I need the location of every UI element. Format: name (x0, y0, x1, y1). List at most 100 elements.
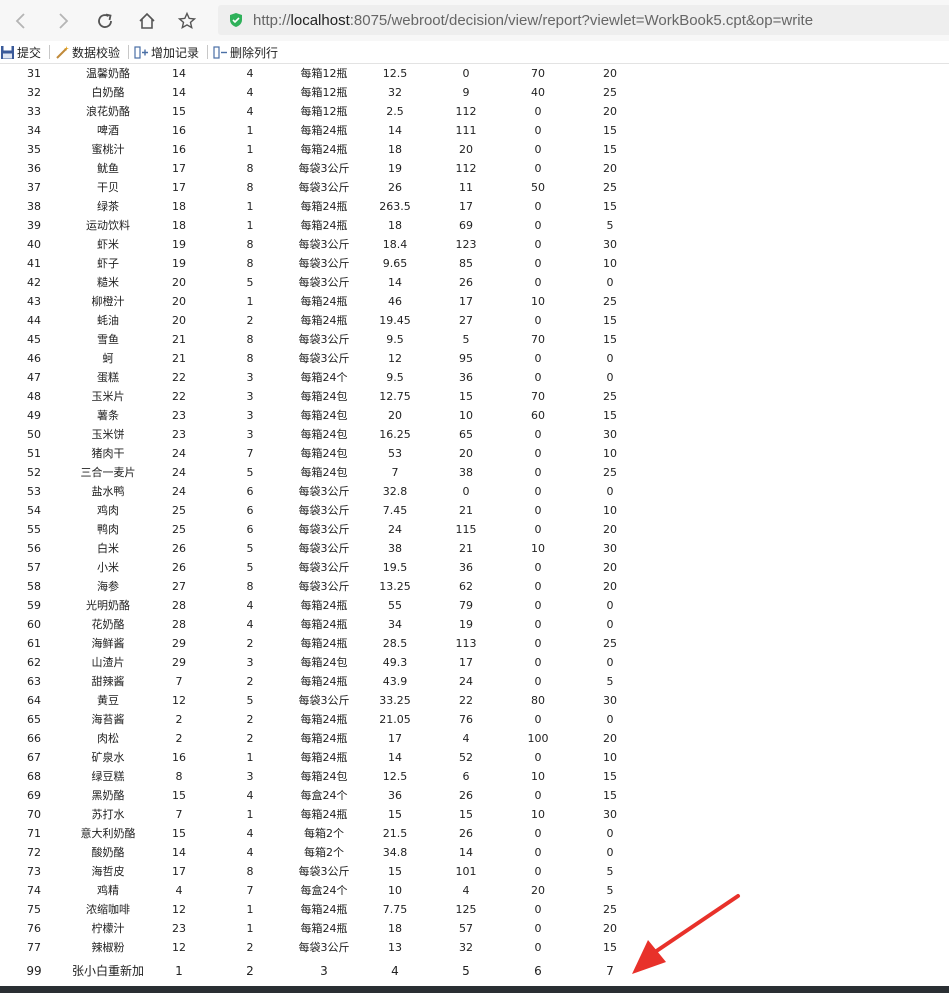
supplier-id-cell[interactable]: 21 (160, 330, 198, 349)
units-in-stock-cell[interactable]: 5 (442, 960, 490, 982)
unit-price-cell[interactable]: 14 (372, 273, 418, 292)
unit-quantity-cell[interactable]: 每箱24瓶 (286, 216, 362, 235)
supplier-id-cell[interactable]: 17 (160, 159, 198, 178)
product-name-cell[interactable]: 白奶酪 (70, 83, 146, 102)
supplier-id-cell[interactable]: 21 (160, 349, 198, 368)
unit-price-cell[interactable]: 17 (372, 729, 418, 748)
address-bar[interactable]: http://localhost:8075/webroot/decision/v… (218, 5, 949, 35)
product-id-cell[interactable]: 38 (18, 197, 50, 216)
unit-quantity-cell[interactable]: 每箱24瓶 (286, 748, 362, 767)
units-on-order-cell[interactable]: 100 (514, 729, 562, 748)
unit-price-cell[interactable]: 12.5 (372, 64, 418, 83)
product-name-cell[interactable]: 柳橙汁 (70, 292, 146, 311)
units-in-stock-cell[interactable]: 36 (442, 558, 490, 577)
product-name-cell[interactable]: 蛋糕 (70, 368, 146, 387)
units-in-stock-cell[interactable]: 125 (442, 900, 490, 919)
category-id-cell[interactable]: 6 (232, 501, 268, 520)
unit-quantity-cell[interactable]: 每箱24瓶 (286, 140, 362, 159)
supplier-id-cell[interactable]: 14 (160, 64, 198, 83)
supplier-id-cell[interactable]: 20 (160, 292, 198, 311)
product-name-cell[interactable]: 白米 (70, 539, 146, 558)
units-on-order-cell[interactable]: 0 (514, 672, 562, 691)
units-on-order-cell[interactable]: 0 (514, 216, 562, 235)
unit-quantity-cell[interactable]: 每袋3公斤 (286, 254, 362, 273)
category-id-cell[interactable]: 4 (232, 824, 268, 843)
unit-price-cell[interactable]: 263.5 (372, 197, 418, 216)
units-in-stock-cell[interactable]: 17 (442, 292, 490, 311)
product-name-cell[interactable]: 苏打水 (70, 805, 146, 824)
unit-price-cell[interactable]: 21.5 (372, 824, 418, 843)
supplier-id-cell[interactable]: 18 (160, 216, 198, 235)
unit-quantity-cell[interactable]: 每箱12瓶 (286, 64, 362, 83)
supplier-id-cell[interactable]: 16 (160, 748, 198, 767)
unit-price-cell[interactable]: 18.4 (372, 235, 418, 254)
product-id-cell[interactable]: 64 (18, 691, 50, 710)
units-on-order-cell[interactable]: 70 (514, 330, 562, 349)
product-id-cell[interactable]: 32 (18, 83, 50, 102)
product-name-cell[interactable]: 光明奶酪 (70, 596, 146, 615)
product-id-cell[interactable]: 36 (18, 159, 50, 178)
units-in-stock-cell[interactable]: 6 (442, 767, 490, 786)
supplier-id-cell[interactable]: 7 (160, 805, 198, 824)
category-id-cell[interactable]: 8 (232, 330, 268, 349)
unit-quantity-cell[interactable]: 3 (286, 960, 362, 982)
units-on-order-cell[interactable]: 0 (514, 558, 562, 577)
category-id-cell[interactable]: 4 (232, 615, 268, 634)
category-id-cell[interactable]: 3 (232, 368, 268, 387)
category-id-cell[interactable]: 2 (232, 634, 268, 653)
unit-price-cell[interactable]: 46 (372, 292, 418, 311)
bookmark-button[interactable] (174, 8, 200, 34)
product-id-cell[interactable]: 58 (18, 577, 50, 596)
unit-quantity-cell[interactable]: 每箱2个 (286, 843, 362, 862)
unit-quantity-cell[interactable]: 每箱24瓶 (286, 634, 362, 653)
product-id-cell[interactable]: 45 (18, 330, 50, 349)
unit-quantity-cell[interactable]: 每箱24瓶 (286, 197, 362, 216)
category-id-cell[interactable]: 1 (232, 748, 268, 767)
product-id-cell[interactable]: 74 (18, 881, 50, 900)
category-id-cell[interactable]: 4 (232, 843, 268, 862)
unit-price-cell[interactable]: 32 (372, 83, 418, 102)
supplier-id-cell[interactable]: 23 (160, 406, 198, 425)
category-id-cell[interactable]: 3 (232, 406, 268, 425)
category-id-cell[interactable]: 8 (232, 862, 268, 881)
reorder-level-cell[interactable]: 0 (586, 273, 634, 292)
unit-quantity-cell[interactable]: 每箱24瓶 (286, 805, 362, 824)
product-name-cell[interactable]: 蚝油 (70, 311, 146, 330)
units-on-order-cell[interactable]: 0 (514, 596, 562, 615)
reorder-level-cell[interactable]: 25 (586, 292, 634, 311)
reorder-level-cell[interactable]: 15 (586, 786, 634, 805)
product-id-cell[interactable]: 39 (18, 216, 50, 235)
units-on-order-cell[interactable]: 0 (514, 425, 562, 444)
category-id-cell[interactable]: 8 (232, 349, 268, 368)
supplier-id-cell[interactable]: 24 (160, 444, 198, 463)
supplier-id-cell[interactable]: 26 (160, 558, 198, 577)
supplier-id-cell[interactable]: 20 (160, 273, 198, 292)
units-on-order-cell[interactable]: 0 (514, 919, 562, 938)
reorder-level-cell[interactable]: 20 (586, 577, 634, 596)
units-on-order-cell[interactable]: 20 (514, 881, 562, 900)
category-id-cell[interactable]: 5 (232, 463, 268, 482)
product-id-cell[interactable]: 31 (18, 64, 50, 83)
product-name-cell[interactable]: 海参 (70, 577, 146, 596)
reorder-level-cell[interactable]: 15 (586, 140, 634, 159)
units-in-stock-cell[interactable]: 20 (442, 444, 490, 463)
product-name-cell[interactable]: 海哲皮 (70, 862, 146, 881)
product-name-cell[interactable]: 虾米 (70, 235, 146, 254)
units-on-order-cell[interactable]: 0 (514, 197, 562, 216)
category-id-cell[interactable]: 3 (232, 387, 268, 406)
product-id-cell[interactable]: 70 (18, 805, 50, 824)
units-on-order-cell[interactable]: 0 (514, 653, 562, 672)
units-in-stock-cell[interactable]: 101 (442, 862, 490, 881)
units-in-stock-cell[interactable]: 20 (442, 140, 490, 159)
product-id-cell[interactable]: 47 (18, 368, 50, 387)
units-on-order-cell[interactable]: 0 (514, 482, 562, 501)
units-in-stock-cell[interactable]: 112 (442, 102, 490, 121)
reorder-level-cell[interactable]: 5 (586, 862, 634, 881)
unit-quantity-cell[interactable]: 每箱24包 (286, 463, 362, 482)
category-id-cell[interactable]: 3 (232, 767, 268, 786)
units-on-order-cell[interactable]: 6 (514, 960, 562, 982)
supplier-id-cell[interactable]: 29 (160, 634, 198, 653)
category-id-cell[interactable]: 6 (232, 520, 268, 539)
units-on-order-cell[interactable]: 70 (514, 64, 562, 83)
supplier-id-cell[interactable]: 16 (160, 140, 198, 159)
